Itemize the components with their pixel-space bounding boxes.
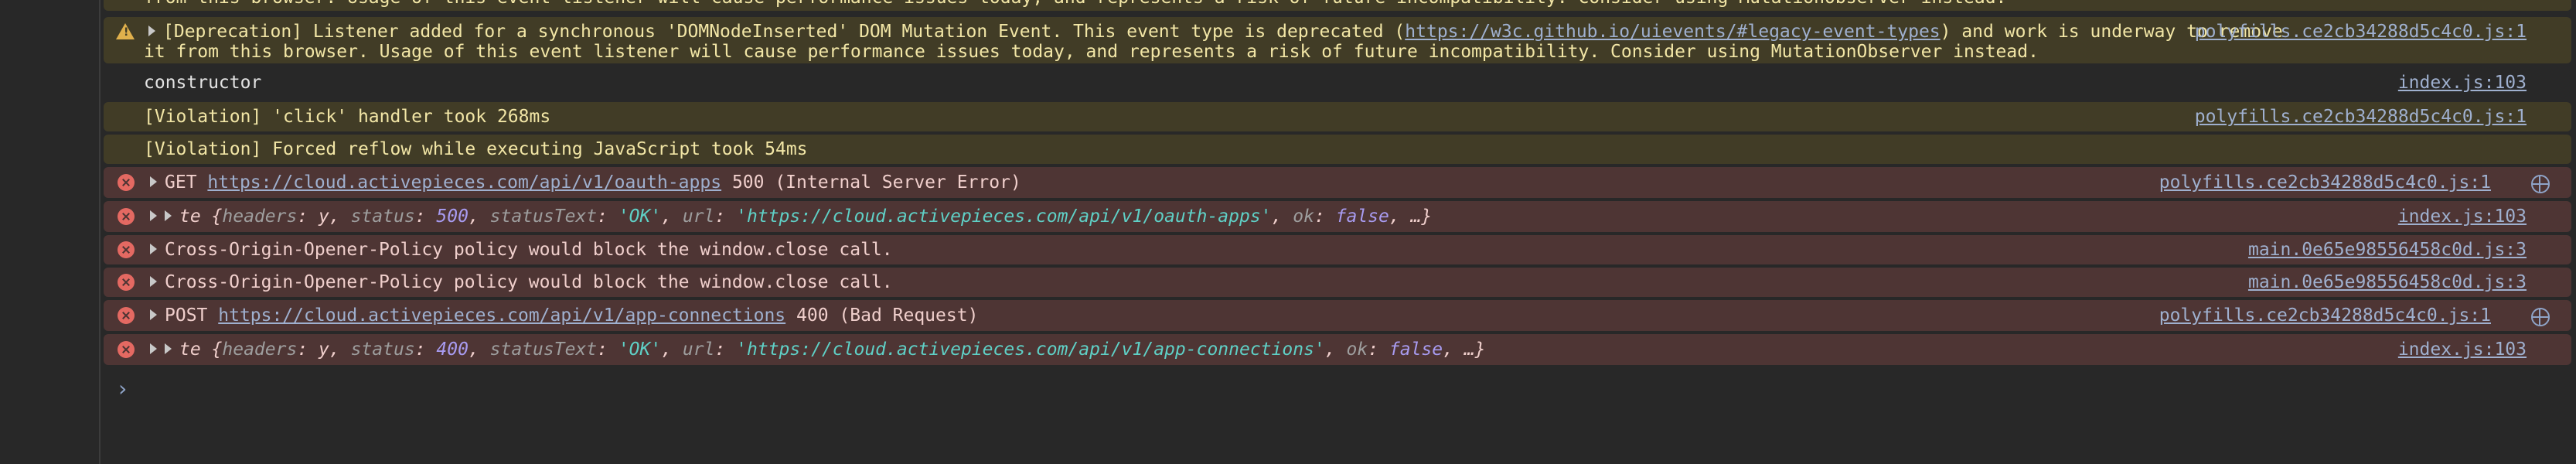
log-text: [Violation] 'click' handler took 268ms (144, 107, 551, 127)
log-text: Cross-Origin-Opener-Policy policy would … (165, 272, 893, 292)
expand-triangle-icon[interactable] (150, 210, 157, 221)
console-input[interactable]: › (116, 376, 129, 401)
expand-triangle-icon[interactable] (150, 309, 157, 320)
object-key: headers (222, 206, 298, 227)
expand-triangle-icon[interactable] (150, 275, 157, 287)
log-violation-reflow: [Violation] Forced reflow while executin… (104, 135, 2571, 164)
object-value: 'OK' (618, 339, 662, 360)
log-error-coop[interactable]: Cross-Origin-Opener-Policy policy would … (104, 235, 2571, 264)
object-suffix: , …} (1443, 339, 1486, 360)
object-key: headers (222, 339, 298, 360)
log-error-object[interactable]: te {headers: y, status: 400, statusText:… (104, 334, 2571, 365)
object-key: status (350, 339, 415, 360)
object-value: 500 (436, 206, 469, 227)
console-sidebar (0, 0, 101, 464)
request-url[interactable]: https://cloud.activepieces.com/api/v1/oa… (207, 172, 721, 193)
expand-triangle-icon[interactable] (148, 25, 155, 36)
source-link[interactable]: main.0e65e98556458c0d.js:3 (2248, 237, 2527, 263)
console-log: from this browser. Usage of this event l… (104, 0, 2571, 464)
object-value: false (1335, 206, 1389, 227)
object-value: 'https://cloud.activepieces.com/api/v1/o… (736, 206, 1272, 227)
log-error-coop[interactable]: Cross-Origin-Opener-Policy policy would … (104, 268, 2571, 297)
object-key: statusText (489, 206, 598, 227)
globe-icon[interactable] (2531, 308, 2550, 326)
object-key: url (682, 206, 715, 227)
object-prefix: te { (179, 339, 223, 360)
expand-triangle-icon[interactable] (165, 210, 172, 221)
object-key: url (682, 339, 715, 360)
source-link[interactable]: index.js:103 (2398, 70, 2527, 96)
log-error-post[interactable]: POST https://cloud.activepieces.com/api/… (104, 300, 2571, 331)
log-text: [Violation] Forced reflow while executin… (144, 139, 808, 159)
log-text: from this browser. Usage of this event l… (144, 0, 2006, 11)
log-text: constructor (144, 73, 262, 93)
globe-icon[interactable] (2531, 175, 2550, 193)
object-value: false (1389, 339, 1443, 360)
log-info-constructor: constructor index.js:103 (104, 70, 2571, 96)
log-text: Cross-Origin-Opener-Policy policy would … (165, 240, 893, 260)
source-link[interactable]: polyfills.ce2cb34288d5c4c0.js:1 (2159, 169, 2491, 196)
log-violation-click: [Violation] 'click' handler took 268ms p… (104, 102, 2571, 131)
log-text: it from this browser. Usage of this even… (144, 42, 2039, 62)
request-method: GET (165, 172, 197, 193)
source-link[interactable]: polyfills.ce2cb34288d5c4c0.js:1 (2195, 104, 2527, 130)
expand-triangle-icon[interactable] (165, 343, 172, 354)
object-value: 'https://cloud.activepieces.com/api/v1/a… (736, 339, 1325, 360)
object-key: ok (1346, 339, 1368, 360)
object-prefix: te { (179, 206, 223, 227)
chevron-right-icon: › (116, 376, 129, 401)
object-key: statusText (489, 339, 598, 360)
object-value: y (319, 206, 329, 227)
source-link[interactable]: main.0e65e98556458c0d.js:3 (2248, 269, 2527, 295)
response-status: 400 (Bad Request) (796, 305, 979, 326)
response-status: 500 (Internal Server Error) (731, 172, 1021, 193)
expand-triangle-icon[interactable] (150, 243, 157, 254)
object-key: status (350, 206, 415, 227)
request-url[interactable]: https://cloud.activepieces.com/api/v1/ap… (218, 305, 785, 326)
expand-triangle-icon[interactable] (150, 176, 157, 187)
source-link[interactable]: index.js:103 (2398, 203, 2527, 230)
object-value: y (319, 339, 329, 360)
log-error-get[interactable]: GET https://cloud.activepieces.com/api/v… (104, 167, 2571, 198)
object-key: ok (1293, 206, 1314, 227)
log-warning-truncated: from this browser. Usage of this event l… (104, 0, 2571, 11)
source-link[interactable]: index.js:103 (2398, 336, 2527, 363)
source-link[interactable]: polyfills.ce2cb34288d5c4c0.js:1 (2159, 302, 2491, 329)
log-error-object[interactable]: te {headers: y, status: 500, statusText:… (104, 201, 2571, 232)
object-value: 'OK' (618, 206, 662, 227)
object-suffix: , …} (1389, 206, 1433, 227)
expand-triangle-icon[interactable] (150, 343, 157, 354)
object-value: 400 (436, 339, 469, 360)
request-method: POST (165, 305, 208, 326)
log-warning-deprecation[interactable]: ! [Deprecation] Listener added for a syn… (104, 17, 2571, 63)
